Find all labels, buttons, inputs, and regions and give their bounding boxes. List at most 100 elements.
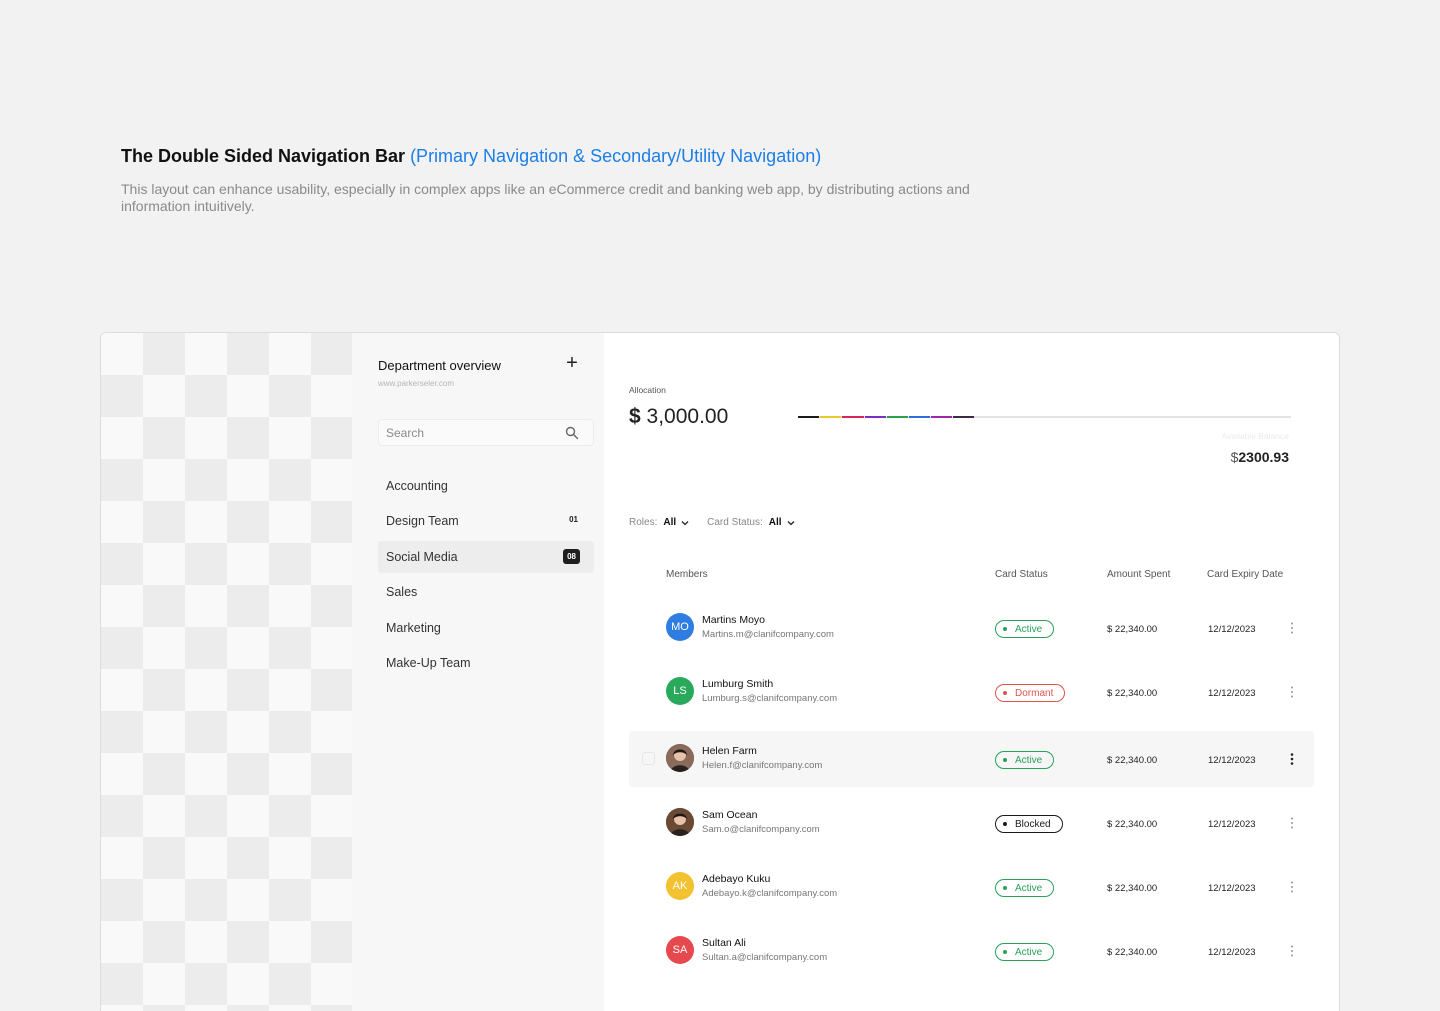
allocation-segment bbox=[908, 416, 931, 418]
allocation-segment bbox=[842, 416, 864, 418]
status-badge[interactable]: Active bbox=[995, 751, 1055, 769]
status-dot bbox=[1003, 627, 1007, 631]
status-text: Active bbox=[1015, 882, 1043, 894]
table-row[interactable]: MO Martins Moyo Martins.m@clanifcompany.… bbox=[629, 600, 1314, 656]
avatar-initials: MO bbox=[671, 621, 689, 633]
card-expiry-date: 12/12/2023 bbox=[1208, 755, 1256, 766]
member-email: Sam.o@clanifcompany.com bbox=[702, 824, 820, 835]
member-email: Helen.f@clanifcompany.com bbox=[702, 760, 823, 771]
table-row[interactable]: Helen Farm Helen.f@clanifcompany.com Act… bbox=[629, 731, 1314, 787]
table-row[interactable]: Sam Ocean Sam.o@clanifcompany.com Blocke… bbox=[629, 795, 1314, 851]
sidebar-item-social-media[interactable]: Social Media 08 bbox=[378, 540, 594, 573]
row-checkbox[interactable] bbox=[642, 752, 655, 765]
status-text: Active bbox=[1015, 946, 1043, 958]
available-balance-label: Available Balance bbox=[1221, 431, 1289, 441]
member-email: Sultan.a@clanifcompany.com bbox=[702, 952, 828, 963]
heading-accent: (Primary Navigation & Secondary/Utility … bbox=[410, 146, 822, 166]
secondary-sidebar: Department overview www.parkerseler.com … bbox=[352, 333, 604, 1011]
search-icon[interactable] bbox=[565, 426, 579, 440]
allocation-segment bbox=[953, 416, 975, 418]
table-row[interactable]: LS Lumburg Smith Lumburg.s@clanifcompany… bbox=[629, 664, 1314, 720]
main-content: Allocation $ 3,000.00 Available Balance … bbox=[604, 333, 1339, 1011]
avatar-initials: AK bbox=[672, 880, 688, 892]
status-badge[interactable]: Active bbox=[995, 620, 1055, 638]
allocation-value: 3,000.00 bbox=[646, 405, 729, 428]
status-badge[interactable]: Dormant bbox=[995, 684, 1066, 702]
card-expiry-date: 12/12/2023 bbox=[1208, 947, 1256, 958]
department-nav: Accounting Design Team 01 Social Media 08 Sal… bbox=[378, 470, 594, 682]
avatar-photo-icon bbox=[666, 808, 694, 836]
status-dot bbox=[1003, 886, 1007, 890]
sidebar-item-label: Social Media bbox=[386, 549, 458, 564]
chevron-down-icon bbox=[787, 520, 794, 525]
allocation-segment bbox=[886, 416, 908, 418]
sidebar-item-label: Marketing bbox=[386, 620, 441, 635]
allocation-amount: $ 3,000.00 bbox=[629, 405, 728, 429]
chevron-down-icon bbox=[681, 520, 689, 525]
more-options-icon[interactable] bbox=[1285, 815, 1299, 831]
status-dot bbox=[1003, 950, 1007, 954]
allocation-progress-fill bbox=[798, 416, 975, 418]
amount-spent: $ 22,340.00 bbox=[1107, 883, 1158, 894]
member-email: Martins.m@clanifcompany.com bbox=[702, 629, 834, 640]
member-name: Martins Moyo bbox=[702, 614, 766, 626]
department-title: Department overview bbox=[378, 358, 501, 373]
card-expiry-date: 12/12/2023 bbox=[1208, 688, 1256, 699]
roles-filter[interactable]: Roles: All bbox=[629, 517, 689, 528]
card-expiry-date: 12/12/2023 bbox=[1208, 624, 1256, 635]
avatar-photo-icon bbox=[666, 744, 694, 772]
avatar bbox=[666, 744, 694, 772]
avatar bbox=[666, 808, 694, 836]
member-email: Adebayo.k@clanifcompany.com bbox=[702, 888, 838, 899]
member-name: Sultan Ali bbox=[702, 937, 746, 949]
avatar: LS bbox=[666, 677, 694, 705]
available-amount: 2300.93 bbox=[1238, 449, 1289, 465]
header-card-expiry: Card Expiry Date bbox=[1207, 569, 1284, 580]
roles-filter-label: Roles: bbox=[629, 517, 658, 528]
amount-spent: $ 22,340.00 bbox=[1107, 624, 1158, 635]
search-box bbox=[378, 419, 594, 446]
status-badge[interactable]: Active bbox=[995, 879, 1055, 897]
department-url: www.parkerseler.com bbox=[378, 379, 455, 388]
amount-spent: $ 22,340.00 bbox=[1107, 947, 1158, 958]
sidebar-item-count: 01 bbox=[569, 515, 578, 525]
status-dot bbox=[1003, 758, 1007, 762]
sidebar-item-sales[interactable]: Sales bbox=[378, 576, 594, 608]
sidebar-item-make-up-team[interactable]: Make-Up Team bbox=[378, 647, 594, 679]
sidebar-item-marketing[interactable]: Marketing bbox=[378, 612, 594, 644]
allocation-currency: $ bbox=[629, 405, 641, 428]
search-input[interactable] bbox=[379, 420, 559, 445]
primary-nav-placeholder bbox=[101, 333, 352, 1011]
more-options-icon[interactable] bbox=[1285, 620, 1299, 636]
card-expiry-date: 12/12/2023 bbox=[1208, 819, 1256, 830]
sidebar-item-accounting[interactable]: Accounting bbox=[378, 470, 594, 502]
status-text: Blocked bbox=[1015, 818, 1051, 830]
header-card-status: Card Status bbox=[995, 569, 1048, 580]
more-options-icon[interactable] bbox=[1285, 879, 1299, 895]
sidebar-item-label: Make-Up Team bbox=[386, 655, 471, 670]
table-row[interactable]: SA Sultan Ali Sultan.a@clanifcompany.com… bbox=[629, 923, 1314, 979]
avatar-initials: SA bbox=[672, 944, 688, 956]
member-name: Adebayo Kuku bbox=[702, 873, 771, 885]
more-options-icon[interactable] bbox=[1285, 943, 1299, 959]
app-frame: Department overview www.parkerseler.com … bbox=[100, 332, 1340, 1011]
available-balance: $2300.93 bbox=[1231, 449, 1289, 465]
status-badge[interactable]: Blocked bbox=[995, 815, 1063, 833]
more-options-icon[interactable] bbox=[1285, 751, 1299, 767]
table-row[interactable]: AK Adebayo Kuku Adebayo.k@clanifcompany.… bbox=[629, 859, 1314, 915]
card-status-filter-value: All bbox=[768, 517, 782, 528]
filters-bar: Roles: All Card Status: All bbox=[629, 517, 813, 528]
sidebar-item-design-team[interactable]: Design Team 01 bbox=[378, 505, 594, 537]
page-description: This layout can enhance usability, espec… bbox=[121, 181, 970, 214]
status-badge[interactable]: Active bbox=[995, 943, 1055, 961]
allocation-progress-bar bbox=[798, 416, 1291, 418]
status-dot bbox=[1003, 822, 1007, 826]
plus-icon[interactable]: + bbox=[564, 353, 580, 373]
card-status-filter[interactable]: Card Status: All bbox=[707, 517, 794, 528]
status-dot bbox=[1003, 691, 1007, 695]
allocation-segment bbox=[820, 416, 842, 418]
amount-spent: $ 22,340.00 bbox=[1107, 755, 1158, 766]
more-options-icon[interactable] bbox=[1285, 684, 1299, 700]
member-name: Lumburg Smith bbox=[702, 678, 774, 690]
amount-spent: $ 22,340.00 bbox=[1107, 688, 1158, 699]
